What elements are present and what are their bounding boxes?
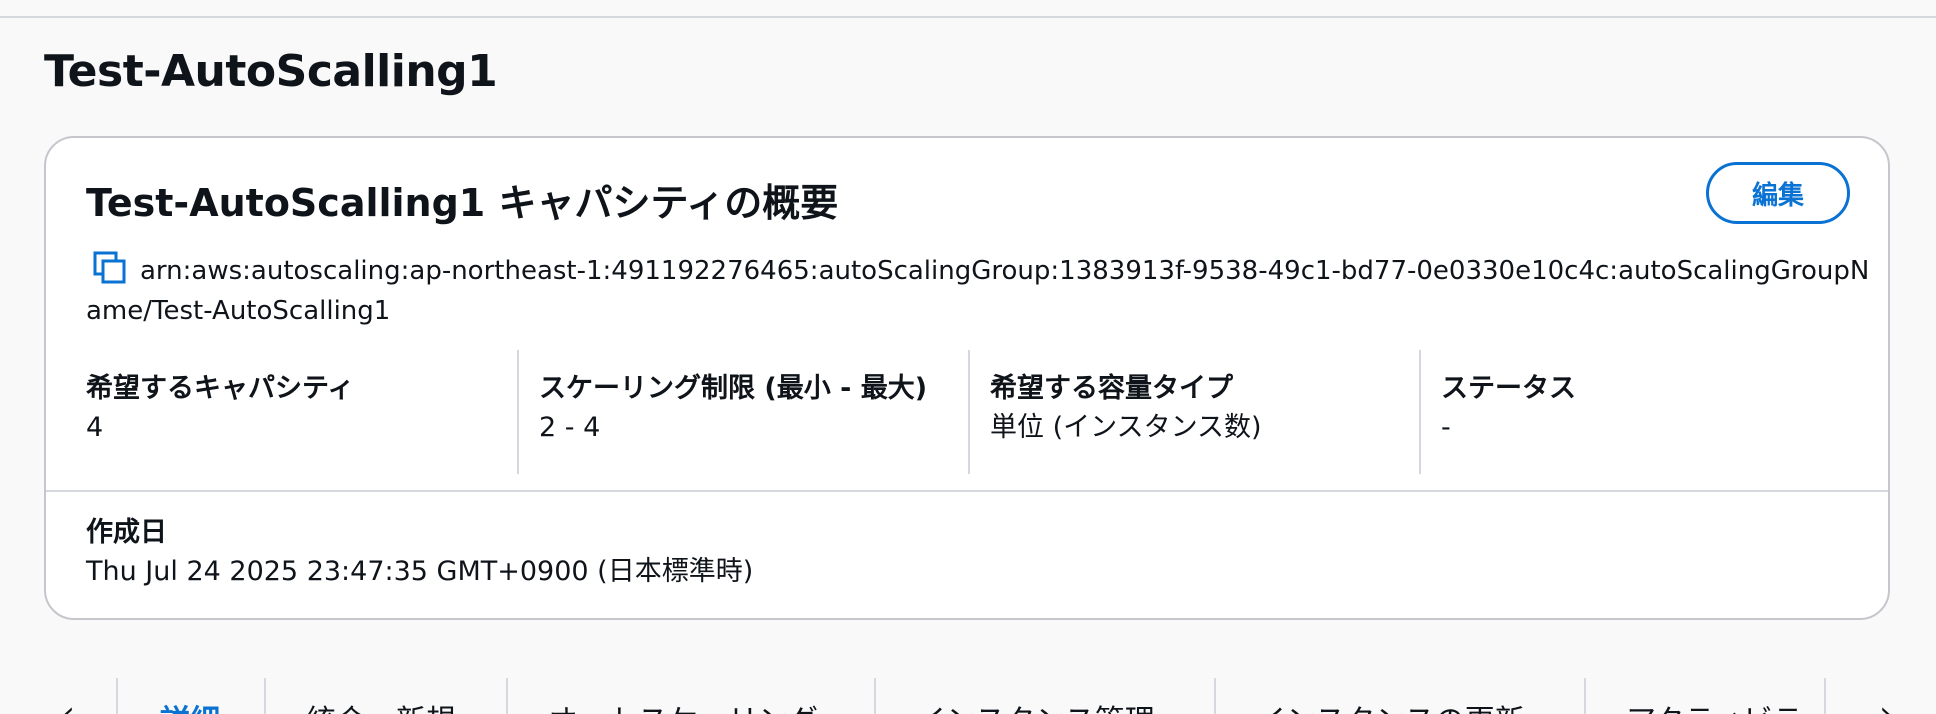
tab-divider <box>1214 678 1216 714</box>
copy-icon[interactable] <box>92 250 128 286</box>
field-status: ステータス - <box>1419 350 1870 474</box>
field-capacity-type: 希望する容量タイプ 単位 (インスタンス数) <box>968 350 1419 474</box>
card-title: Test-AutoScalling1 キャパシティの概要 <box>86 181 839 225</box>
tab-activity[interactable]: アクティビティ <box>1626 696 1820 714</box>
field-label: 希望する容量タイプ <box>990 373 1233 404</box>
tab-divider <box>506 678 508 714</box>
field-scaling-limits: スケーリング制限 (最小 - 最大) 2 - 4 <box>517 350 968 474</box>
field-desired-capacity: 希望するキャパシティ 4 <box>86 350 517 474</box>
created-label: 作成日 <box>86 517 167 548</box>
tab-auto-scaling[interactable]: オートスケーリング <box>548 696 818 714</box>
created-value: Thu Jul 24 2025 23:47:35 GMT+0900 (日本標準時… <box>86 556 754 587</box>
tab-divider <box>1824 678 1826 714</box>
arn-row: arn:aws:autoscaling:ap-northeast-1:49119… <box>86 250 1876 331</box>
tab-divider <box>874 678 876 714</box>
capacity-overview-card: Test-AutoScalling1 キャパシティの概要 編集 arn:aws:… <box>44 136 1890 620</box>
page-title: Test-AutoScalling1 <box>44 46 498 97</box>
tab-bar: ‹ 詳細 統合 - 新規 オートスケーリング インスタンス管理 インスタンスの更… <box>44 676 1936 714</box>
field-value: 4 <box>86 412 104 443</box>
top-divider <box>0 16 1936 18</box>
edit-button[interactable]: 編集 <box>1706 162 1850 224</box>
card-divider <box>46 490 1888 492</box>
field-value: 単位 (インスタンス数) <box>990 412 1262 443</box>
tab-instance-refresh[interactable]: インスタンスの更新 <box>1256 696 1525 714</box>
field-value: 2 - 4 <box>539 412 601 443</box>
field-value: - <box>1441 412 1451 443</box>
arn-text: arn:aws:autoscaling:ap-northeast-1:49119… <box>86 256 1870 326</box>
field-label: スケーリング制限 (最小 - 最大) <box>539 373 928 404</box>
field-label: ステータス <box>1441 373 1576 404</box>
tab-integrations[interactable]: 統合 - 新規 <box>306 696 456 714</box>
tab-instance-management[interactable]: インスタンス管理 <box>916 696 1155 714</box>
capacity-fields: 希望するキャパシティ 4 スケーリング制限 (最小 - 最大) 2 - 4 希望… <box>86 350 1890 474</box>
tab-divider <box>116 678 118 714</box>
chevron-right-icon[interactable]: › <box>1879 694 1892 714</box>
tab-details[interactable]: 詳細 <box>160 696 220 714</box>
created-date: 作成日 Thu Jul 24 2025 23:47:35 GMT+0900 (日… <box>86 514 753 592</box>
chevron-left-icon[interactable]: ‹ <box>62 694 75 714</box>
tab-divider <box>264 678 266 714</box>
field-label: 希望するキャパシティ <box>86 373 355 404</box>
tab-divider <box>1584 678 1586 714</box>
